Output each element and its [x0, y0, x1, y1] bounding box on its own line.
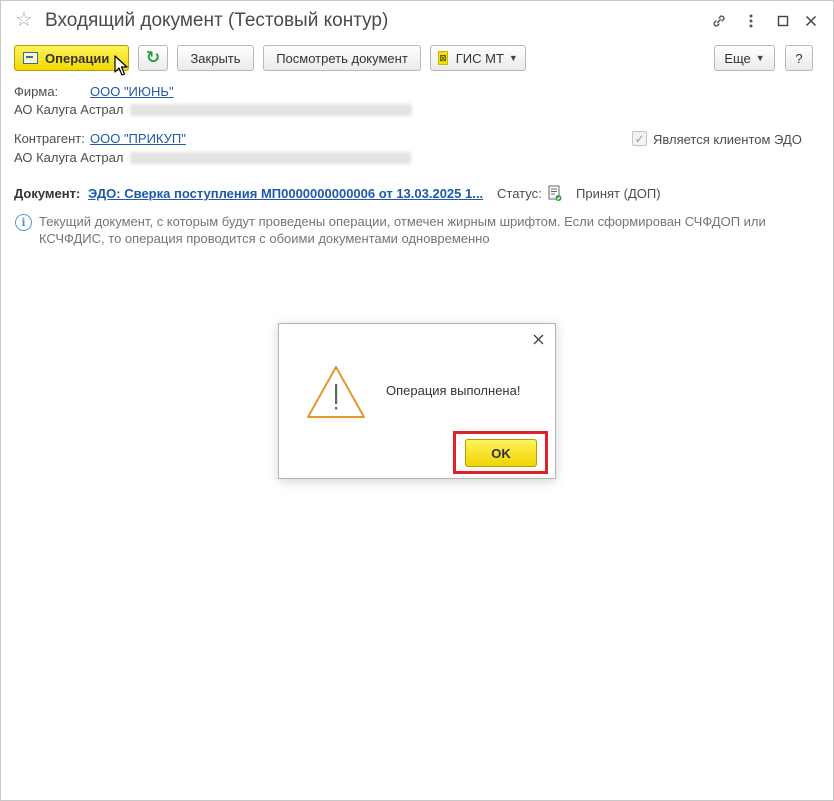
edo-client-checkbox[interactable]: ✓ — [632, 131, 647, 146]
operations-button[interactable]: Операции — [14, 45, 129, 71]
firm-label: Фирма: — [14, 84, 59, 99]
more-actions-label: Еще — [724, 50, 751, 66]
close-button[interactable]: Закрыть — [177, 45, 254, 71]
operation-complete-dialog: Операция выполнена! OK — [278, 323, 556, 479]
status-value: Принят (ДОП) — [576, 186, 661, 201]
document-accepted-icon — [548, 185, 562, 201]
help-button[interactable]: ? — [785, 45, 813, 71]
link-icon[interactable] — [709, 11, 729, 31]
dialog-close-icon[interactable] — [529, 330, 547, 348]
document-link[interactable]: ЭДО: Сверка поступления МП0000000000006 … — [88, 186, 483, 201]
ok-button[interactable]: OK — [465, 439, 537, 467]
operations-icon — [23, 52, 38, 64]
more-actions-button[interactable]: Еще ▼ — [714, 45, 775, 71]
operations-label: Операции — [45, 50, 110, 66]
close-icon[interactable] — [801, 11, 821, 31]
dialog-message: Операция выполнена! — [386, 383, 521, 398]
document-window: ☆ Входящий документ (Тестовый контур) Оп… — [0, 0, 834, 801]
mouse-cursor-icon — [114, 55, 128, 76]
counterparty-operator-label: АО Калуга Астрал — [14, 150, 124, 165]
status-label: Статус: — [497, 186, 542, 201]
document-label: Документ: — [14, 186, 81, 201]
firm-id-blurred — [130, 104, 412, 116]
edo-client-label: Является клиентом ЭДО — [653, 132, 802, 147]
refresh-button[interactable]: ↻ — [138, 45, 168, 71]
counterparty-link[interactable]: ООО "ПРИКУП" — [90, 131, 186, 146]
more-icon[interactable] — [741, 11, 761, 31]
info-text: Текущий документ, с которым будут провед… — [39, 214, 766, 246]
firm-link[interactable]: ООО "ИЮНЬ" — [90, 84, 174, 99]
gis-mt-label: ГИС МТ — [455, 50, 504, 66]
warning-icon — [307, 366, 365, 418]
view-document-button[interactable]: Посмотреть документ — [263, 45, 421, 71]
window-title: Входящий документ (Тестовый контур) — [45, 10, 389, 31]
chevron-down-icon: ▼ — [755, 53, 765, 63]
star-icon[interactable]: ☆ — [15, 10, 33, 30]
gis-mt-button[interactable]: ⊠ ГИС МТ ▼ — [430, 45, 526, 71]
counterparty-id-blurred — [130, 152, 411, 164]
chevron-down-icon: ▼ — [508, 53, 518, 63]
firm-operator-label: АО Калуга Астрал — [14, 102, 124, 117]
info-icon: i — [15, 214, 32, 231]
counterparty-label: Контрагент: — [14, 131, 85, 146]
gis-mt-icon: ⊠ — [438, 51, 448, 65]
title-bar: ☆ Входящий документ (Тестовый контур) — [1, 1, 833, 41]
refresh-icon: ↻ — [145, 48, 161, 67]
minimize-icon[interactable] — [773, 11, 793, 31]
